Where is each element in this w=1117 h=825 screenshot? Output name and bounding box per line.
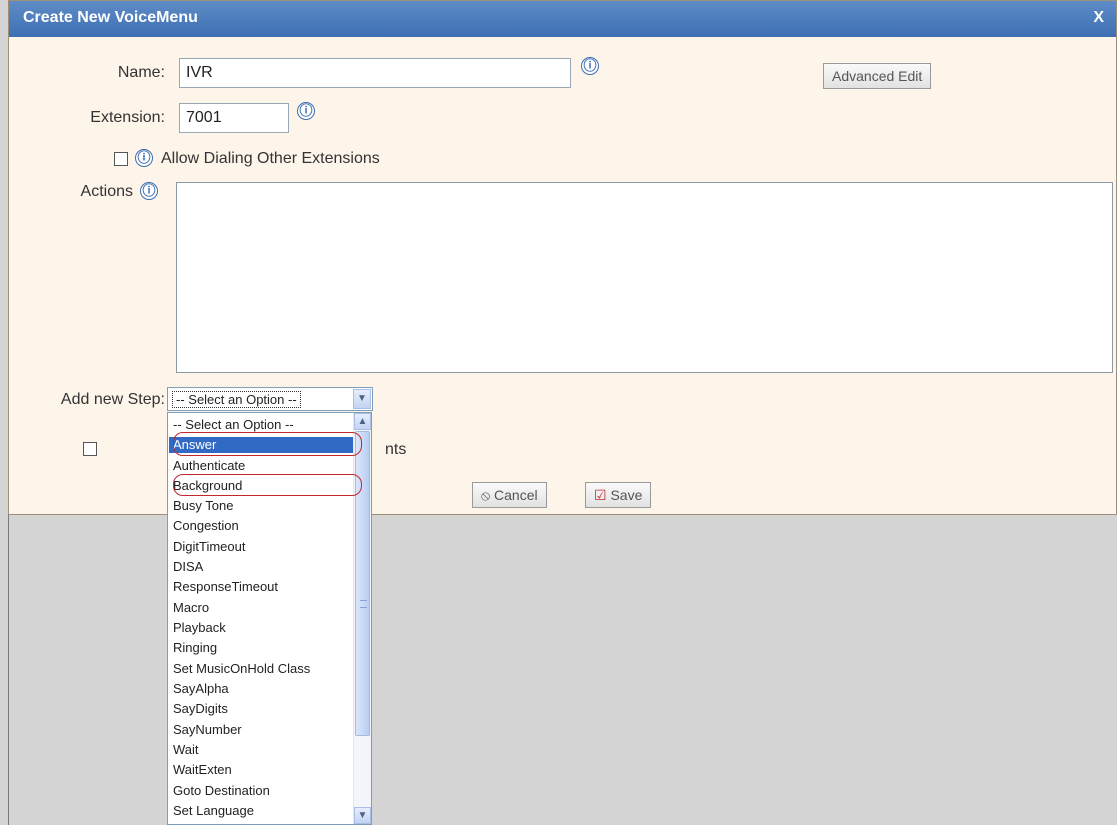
- dropdown-option[interactable]: SayAlpha: [173, 681, 229, 697]
- scrollbar-grip: [360, 600, 367, 608]
- dropdown-option[interactable]: Macro: [173, 600, 209, 616]
- save-icon: ☑: [594, 487, 607, 503]
- add-step-label: Add new Step:: [60, 391, 165, 408]
- dropdown-option[interactable]: Goto Destination: [173, 783, 270, 799]
- dialog-title: Create New VoiceMenu: [23, 9, 198, 26]
- dropdown-option[interactable]: SayNumber: [173, 722, 242, 738]
- scrollbar-thumb[interactable]: [355, 431, 370, 736]
- dialog-titlebar: Create New VoiceMenu X: [9, 1, 1116, 37]
- name-info-icon[interactable]: ⓘ: [581, 57, 599, 75]
- dropdown-option[interactable]: Background: [173, 478, 242, 494]
- dropdown-option[interactable]: -- Select an Option --: [173, 417, 294, 433]
- scroll-down-icon[interactable]: ▼: [354, 807, 371, 824]
- dropdown-option[interactable]: Set Language: [173, 803, 254, 819]
- extension-info-icon[interactable]: ⓘ: [297, 102, 315, 120]
- close-button[interactable]: X: [1093, 9, 1104, 27]
- cancel-button[interactable]: ⦸ Cancel: [472, 482, 547, 508]
- cancel-button-label: Cancel: [494, 487, 538, 503]
- actions-list[interactable]: [176, 182, 1113, 373]
- add-step-select[interactable]: -- Select an Option -- ▼: [167, 387, 373, 411]
- allow-dialing-label: Allow Dialing Other Extensions: [161, 150, 380, 167]
- dropdown-option[interactable]: Playback: [173, 620, 226, 636]
- dropdown-option[interactable]: Busy Tone: [173, 498, 233, 514]
- dropdown-option[interactable]: Set MusicOnHold Class: [173, 661, 310, 677]
- dropdown-option[interactable]: Wait: [173, 742, 199, 758]
- dropdown-option[interactable]: ResponseTimeout: [173, 579, 278, 595]
- dropdown-option[interactable]: SayDigits: [173, 701, 228, 717]
- name-label: Name:: [117, 64, 165, 81]
- advanced-edit-button[interactable]: Advanced Edit: [823, 63, 932, 89]
- dropdown-option[interactable]: Congestion: [173, 518, 239, 534]
- second-checkbox-label: nts: [385, 441, 407, 458]
- dropdown-option[interactable]: DISA: [173, 559, 203, 575]
- name-input[interactable]: [179, 58, 571, 88]
- allow-dialing-info-icon[interactable]: ⓘ: [135, 149, 153, 167]
- scroll-up-icon[interactable]: ▲: [354, 413, 371, 430]
- second-checkbox[interactable]: [83, 442, 97, 456]
- cancel-icon: ⦸: [481, 487, 491, 503]
- add-step-selected-value: -- Select an Option --: [172, 391, 301, 408]
- extension-input[interactable]: [179, 103, 289, 133]
- allow-dialing-checkbox[interactable]: [114, 152, 128, 166]
- dropdown-option[interactable]: DigitTimeout: [173, 539, 245, 555]
- actions-label: Actions: [80, 183, 133, 200]
- dropdown-scrollbar[interactable]: ▲ ▼: [353, 413, 371, 824]
- save-button[interactable]: ☑ Save: [585, 482, 652, 508]
- dropdown-option[interactable]: Ringing: [173, 640, 217, 656]
- save-button-label: Save: [610, 487, 643, 503]
- dropdown-option-highlighted[interactable]: Answer: [169, 437, 353, 453]
- add-step-dropdown-list[interactable]: -- Select an Option -- Answer Authentica…: [167, 412, 372, 825]
- dropdown-option[interactable]: WaitExten: [173, 762, 232, 778]
- dropdown-option[interactable]: Authenticate: [173, 458, 245, 474]
- extension-label: Extension:: [90, 109, 165, 126]
- actions-info-icon[interactable]: ⓘ: [140, 182, 158, 200]
- chevron-down-icon[interactable]: ▼: [353, 389, 371, 409]
